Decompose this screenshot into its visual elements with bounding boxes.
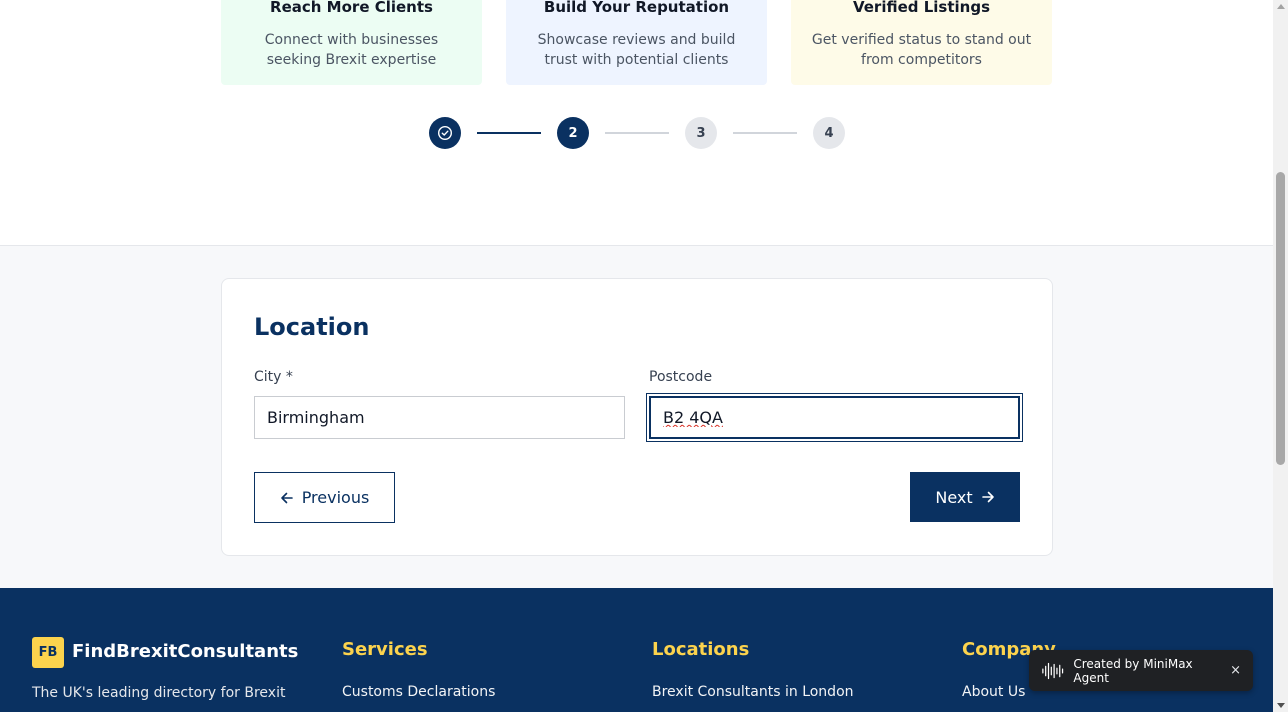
- feature-title: Reach More Clients: [270, 0, 433, 16]
- step-1-completed: [429, 117, 461, 149]
- step-2-active: 2: [557, 117, 589, 149]
- scrollbar-thumb[interactable]: [1276, 172, 1285, 465]
- footer-link-about-us[interactable]: About Us: [962, 684, 1025, 700]
- feature-title: Verified Listings: [852, 0, 991, 16]
- feature-description: Get verified status to stand out from co…: [811, 32, 1032, 68]
- city-input[interactable]: [254, 396, 625, 439]
- footer-heading-locations: Locations: [652, 639, 750, 660]
- feature-description: Connect with businesses seeking Brexit e…: [264, 32, 439, 68]
- arrow-left-icon: [280, 492, 293, 503]
- form-title: Location: [254, 313, 370, 341]
- step-4-pending: 4: [813, 117, 845, 149]
- feature-card-reputation: Build Your Reputation Showcase reviews a…: [506, 0, 767, 85]
- location-form-card: Location City * Postcode Previous Next: [221, 278, 1053, 556]
- city-label: City *: [254, 369, 293, 385]
- arrow-right-icon: [981, 491, 994, 503]
- top-section: Reach More Clients Connect with business…: [0, 0, 1273, 246]
- step-connector-pending: [733, 132, 797, 134]
- step-connector-pending: [605, 132, 669, 134]
- footer-tagline: The UK's leading directory for Brexit: [32, 685, 286, 701]
- footer-link-london[interactable]: Brexit Consultants in London: [652, 684, 854, 700]
- minimax-agent-toast[interactable]: Created by MiniMax Agent ×: [1029, 650, 1253, 691]
- scroll-down-arrow-icon[interactable]: [1277, 703, 1285, 708]
- close-icon[interactable]: ×: [1230, 663, 1241, 678]
- step-3-pending: 3: [685, 117, 717, 149]
- toast-text: Created by MiniMax Agent: [1073, 656, 1193, 685]
- vertical-scrollbar[interactable]: [1273, 0, 1288, 712]
- footer-link-customs-declarations[interactable]: Customs Declarations: [342, 684, 495, 700]
- next-button-label: Next: [935, 487, 973, 507]
- feature-card-reach: Reach More Clients Connect with business…: [221, 0, 482, 85]
- feature-title: Build Your Reputation: [543, 0, 730, 16]
- feature-card-verified: Verified Listings Get verified status to…: [791, 0, 1052, 85]
- postcode-label: Postcode: [649, 369, 713, 385]
- step-connector-completed: [477, 132, 541, 134]
- scroll-up-arrow-icon[interactable]: [1277, 4, 1285, 9]
- postcode-input[interactable]: [647, 394, 1022, 441]
- previous-button-label: Previous: [301, 488, 370, 507]
- brand-name[interactable]: FindBrexitConsultants: [72, 641, 298, 662]
- footer-heading-services: Services: [342, 639, 428, 660]
- check-circle-icon: [437, 125, 453, 141]
- waveform-icon: [1042, 662, 1064, 679]
- previous-button[interactable]: Previous: [254, 472, 395, 523]
- next-button[interactable]: Next: [910, 472, 1020, 522]
- feature-description: Showcase reviews and build trust with po…: [537, 32, 736, 68]
- logo-icon[interactable]: FB: [32, 637, 64, 668]
